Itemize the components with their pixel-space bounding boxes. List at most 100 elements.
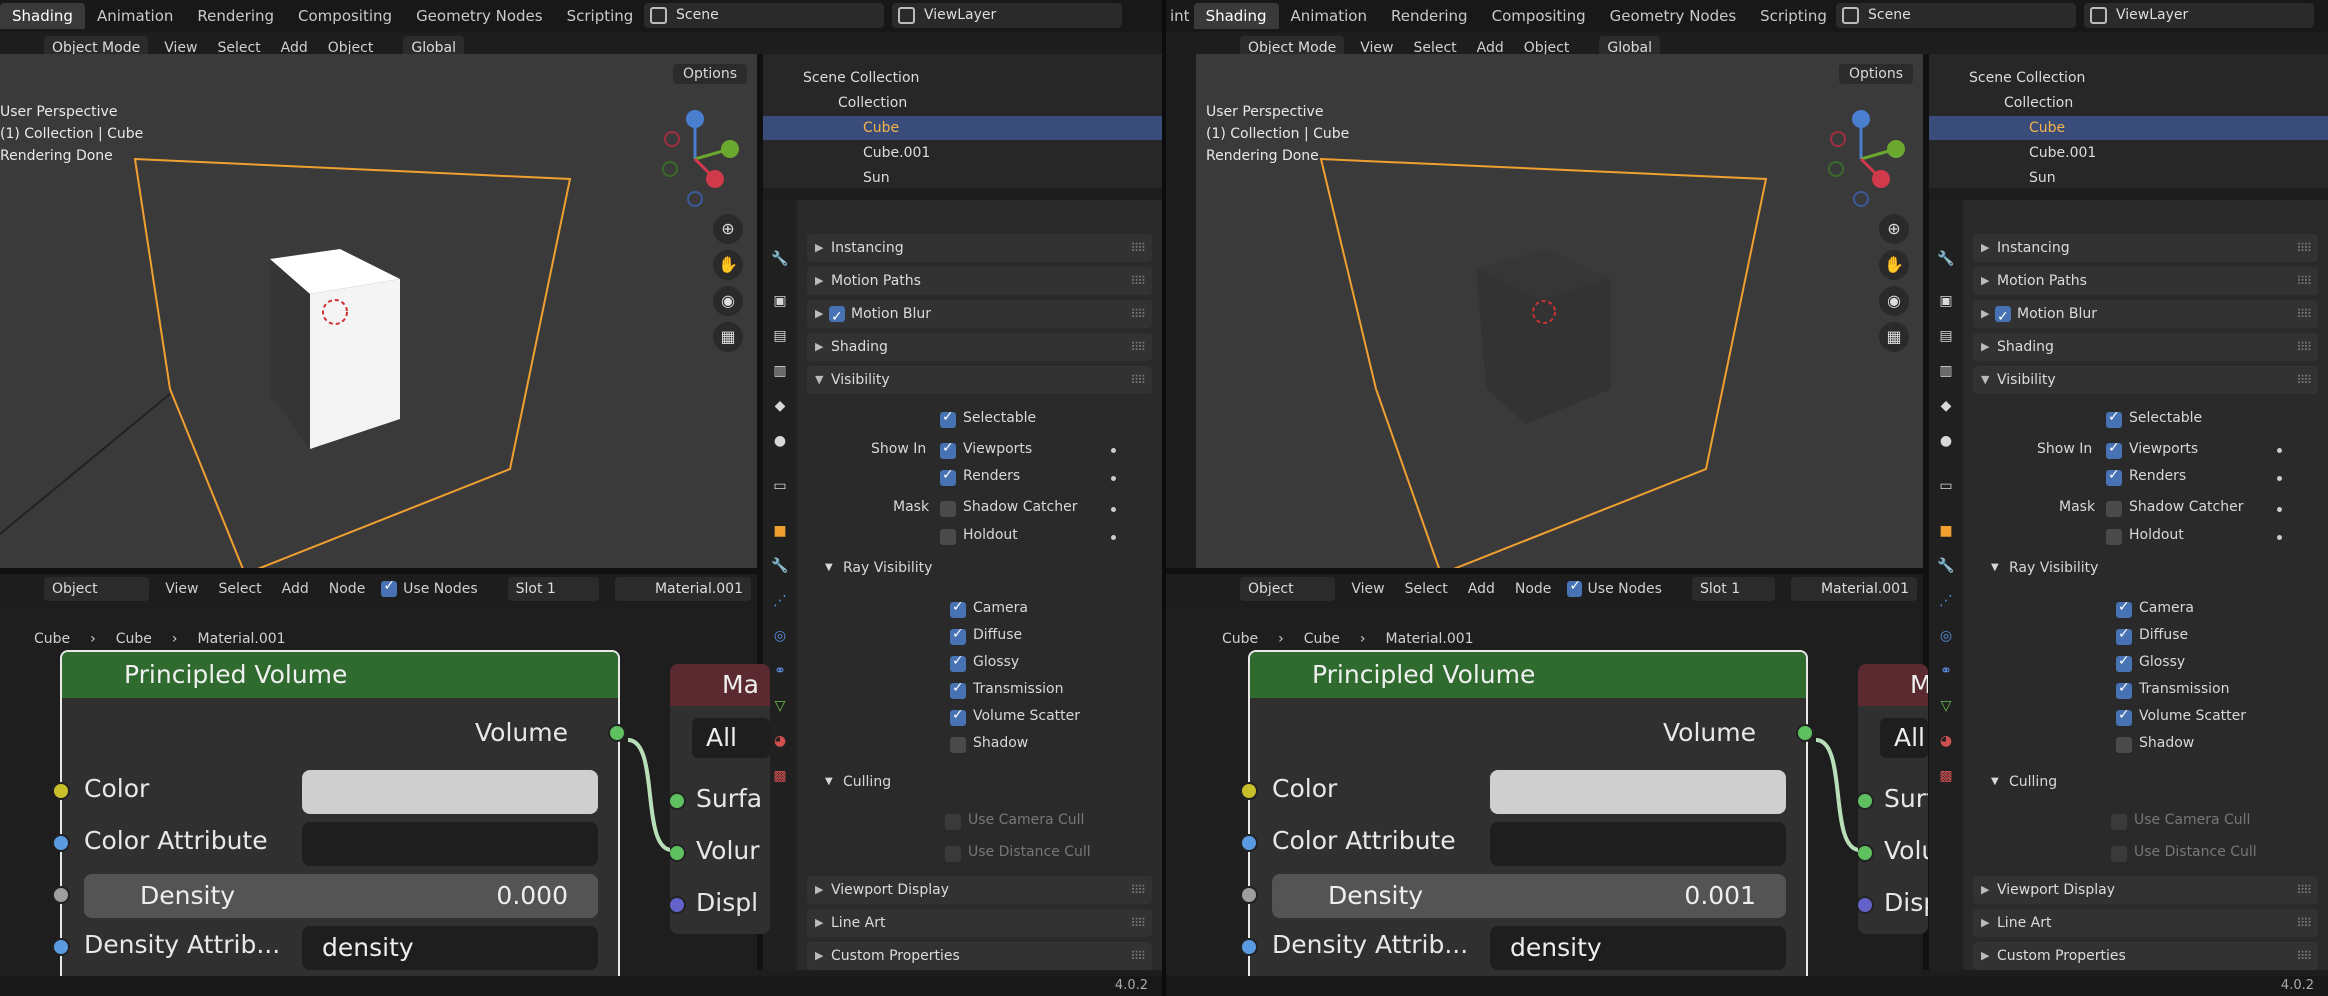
- scene-tab-icon[interactable]: ◆: [1934, 395, 1958, 417]
- outliner-scene-collection[interactable]: Scene Collection: [1929, 66, 2328, 90]
- breadcrumb-object[interactable]: Cube: [0, 631, 80, 647]
- outliner-item-cube[interactable]: Cube: [1929, 116, 2328, 140]
- material-output-title[interactable]: Ma: [670, 664, 770, 706]
- options-dropdown[interactable]: Options: [1838, 64, 1913, 84]
- section-visibility[interactable]: ▼ Visibility ⠿⠿: [1973, 366, 2318, 394]
- density-attribute-socket[interactable]: [52, 938, 70, 956]
- tab-truncated[interactable]: int: [1166, 3, 1194, 29]
- ray-transmission-checkbox[interactable]: [2116, 680, 2132, 699]
- motion-blur-checkbox[interactable]: [1995, 303, 2011, 331]
- chevron-down-icon[interactable]: ▼: [1991, 562, 1999, 573]
- material-output-node[interactable]: Ma All Surfa Volur Displ: [1858, 664, 1928, 934]
- density-field[interactable]: Density 0.001: [1272, 874, 1786, 918]
- viewlayer-selector[interactable]: ViewLayer: [2084, 3, 2314, 28]
- tab-geometry-nodes[interactable]: Geometry Nodes: [404, 3, 555, 29]
- ray-visibility-header[interactable]: Ray Visibility: [843, 560, 932, 576]
- breadcrumb-mesh[interactable]: Cube: [106, 631, 162, 647]
- keyframe-dot[interactable]: [2277, 507, 2282, 512]
- section-instancing[interactable]: ▶ Instancing ⠿⠿: [807, 234, 1152, 262]
- distance-cull-checkbox[interactable]: [2111, 846, 2127, 862]
- ray-volume-scatter-checkbox[interactable]: [2116, 707, 2132, 726]
- 3d-viewport[interactable]: User Perspective (1) Collection | Cube R…: [0, 54, 757, 568]
- particles-tab-icon[interactable]: ⋰: [1934, 590, 1958, 612]
- outliner-item-cube[interactable]: Cube: [763, 116, 1162, 140]
- navigation-gizmo[interactable]: [650, 109, 740, 209]
- output-tab-icon[interactable]: ▤: [768, 325, 792, 347]
- material-output-node[interactable]: Ma All Surfa Volur Displ: [670, 664, 770, 934]
- tab-rendering[interactable]: Rendering: [1379, 3, 1480, 29]
- ray-volume-scatter-checkbox[interactable]: [950, 707, 966, 726]
- particles-tab-icon[interactable]: ⋰: [768, 590, 792, 612]
- navigation-gizmo[interactable]: [1816, 109, 1906, 209]
- density-socket[interactable]: [52, 886, 70, 904]
- section-visibility[interactable]: ▼ Visibility ⠿⠿: [807, 366, 1152, 394]
- volume-socket[interactable]: [1858, 844, 1874, 862]
- section-viewport-display[interactable]: ▶ Viewport Display ⠿⠿: [1973, 876, 2318, 904]
- color-attribute-field[interactable]: [302, 822, 598, 866]
- slot-dropdown[interactable]: Slot 1: [1691, 577, 1775, 601]
- node-node-menu[interactable]: Node: [1505, 581, 1562, 597]
- scene-selector[interactable]: Scene: [1836, 3, 2076, 28]
- displacement-socket[interactable]: [670, 896, 686, 914]
- motion-blur-checkbox[interactable]: [829, 303, 845, 331]
- principled-volume-node[interactable]: Principled Volume Volume Color Color Att…: [52, 650, 626, 990]
- section-custom-properties[interactable]: ▶ Custom Properties ⠿⠿: [807, 942, 1152, 970]
- chevron-down-icon[interactable]: ▼: [1991, 776, 1999, 787]
- constraints-tab-icon[interactable]: ⚭: [1934, 660, 1958, 682]
- material-selector[interactable]: Material.001: [1790, 577, 1917, 601]
- camera-view-icon[interactable]: ◉: [1879, 286, 1909, 316]
- node-add-menu[interactable]: Add: [1458, 581, 1505, 597]
- node-type-dropdown[interactable]: Object: [1240, 577, 1336, 601]
- section-viewport-display[interactable]: ▶ Viewport Display ⠿⠿: [807, 876, 1152, 904]
- culling-header[interactable]: Culling: [2009, 774, 2057, 790]
- material-tab-icon[interactable]: ◕: [1934, 730, 1958, 752]
- zoom-icon[interactable]: ⊕: [1879, 214, 1909, 244]
- outliner-item-cube-001[interactable]: Cube.001: [1929, 141, 2328, 165]
- node-editor[interactable]: Cube › Cube › Material.001 Principled Vo…: [0, 610, 770, 990]
- grid-perspective-icon[interactable]: ▦: [1879, 322, 1909, 352]
- world-tab-icon[interactable]: ●: [768, 430, 792, 452]
- tab-compositing[interactable]: Compositing: [1480, 3, 1598, 29]
- output-tab-icon[interactable]: ▤: [1934, 325, 1958, 347]
- color-swatch[interactable]: [302, 770, 598, 814]
- color-attribute-field[interactable]: [1490, 822, 1786, 866]
- displacement-socket[interactable]: [1858, 896, 1874, 914]
- node-add-menu[interactable]: Add: [272, 581, 319, 597]
- shadow-catcher-checkbox[interactable]: [940, 501, 956, 517]
- ray-diffuse-checkbox[interactable]: [2116, 626, 2132, 645]
- node-view-menu[interactable]: View: [155, 581, 208, 597]
- principled-volume-node[interactable]: Principled Volume Volume Color Color Att…: [1240, 650, 1814, 990]
- render-tab-icon[interactable]: ▣: [1934, 290, 1958, 312]
- modifier-tab-icon[interactable]: 🔧: [1934, 555, 1958, 577]
- modifier-tab-icon[interactable]: 🔧: [768, 555, 792, 577]
- constraints-tab-icon[interactable]: ⚭: [768, 660, 792, 682]
- slot-dropdown[interactable]: Slot 1: [507, 577, 599, 601]
- view-layer-tab-icon[interactable]: ▥: [768, 360, 792, 382]
- pan-hand-icon[interactable]: ✋: [1879, 250, 1909, 280]
- breadcrumb-material[interactable]: Material.001: [188, 631, 296, 647]
- culling-header[interactable]: Culling: [843, 774, 891, 790]
- tool-tab-icon[interactable]: 🔧: [1934, 248, 1958, 270]
- view-layer-tab-icon[interactable]: ▥: [1934, 360, 1958, 382]
- section-instancing[interactable]: ▶ Instancing ⠿⠿: [1973, 234, 2318, 262]
- chevron-down-icon[interactable]: ▼: [825, 776, 833, 787]
- keyframe-dot[interactable]: [1111, 476, 1116, 481]
- holdout-checkbox[interactable]: [2106, 529, 2122, 545]
- camera-cull-checkbox[interactable]: [2111, 814, 2127, 830]
- ray-glossy-checkbox[interactable]: [2116, 653, 2132, 672]
- scene-selector[interactable]: Scene: [644, 3, 884, 28]
- ray-shadow-checkbox[interactable]: [2116, 737, 2132, 753]
- tool-tab-icon[interactable]: 🔧: [768, 248, 792, 270]
- texture-tab-icon[interactable]: ▩: [1934, 765, 1958, 787]
- tab-animation[interactable]: Animation: [85, 3, 185, 29]
- collection-tab-icon[interactable]: ▭: [1934, 475, 1958, 497]
- surface-socket[interactable]: [1858, 792, 1874, 810]
- scene-tab-icon[interactable]: ◆: [768, 395, 792, 417]
- world-tab-icon[interactable]: ●: [1934, 430, 1958, 452]
- grid-perspective-icon[interactable]: ▦: [713, 322, 743, 352]
- section-motion-blur[interactable]: ▶ Motion Blur ⠿⠿: [807, 300, 1152, 331]
- tab-scripting[interactable]: Scripting: [1748, 3, 1839, 29]
- collection-tab-icon[interactable]: ▭: [768, 475, 792, 497]
- tab-animation[interactable]: Animation: [1279, 3, 1379, 29]
- data-tab-icon[interactable]: ▽: [1934, 695, 1958, 717]
